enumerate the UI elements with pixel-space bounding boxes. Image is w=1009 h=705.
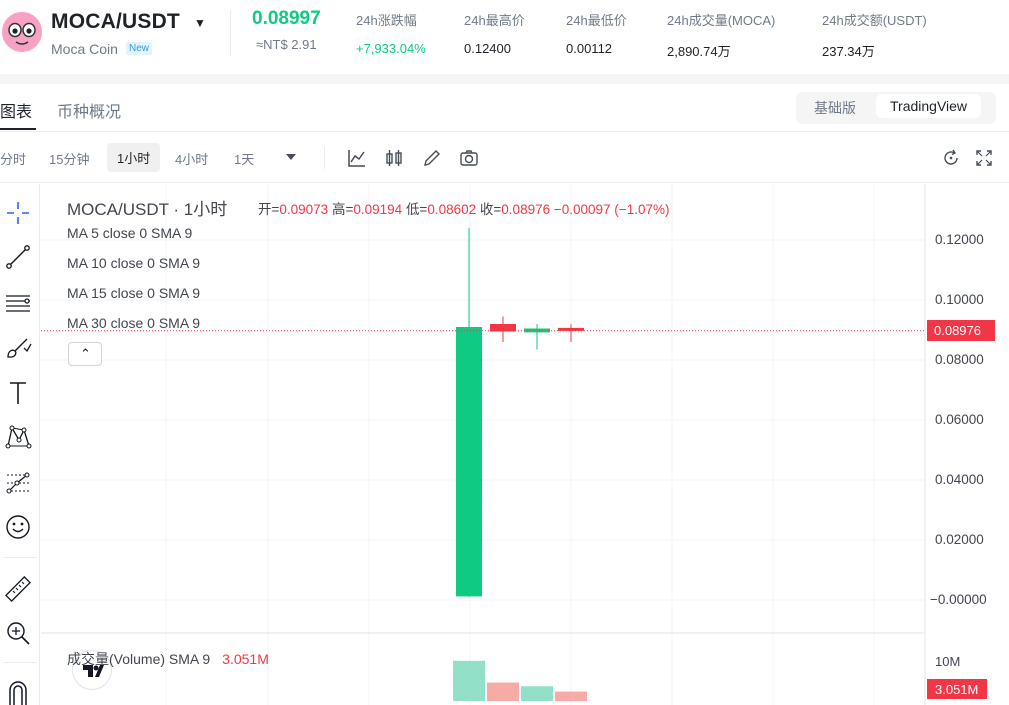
price-axis-label: 0.04000 [935, 472, 984, 487]
price-axis-label: 0.12000 [935, 232, 984, 247]
stat-label: 24h涨跌幅 [356, 13, 417, 28]
chart-legend-title: MOCA/USDT · 1小时 [67, 200, 228, 219]
view-tradingview-button[interactable]: TradingView [876, 94, 982, 118]
zoom-in-icon[interactable] [3, 618, 33, 648]
stat-value: +7,933.04% [356, 41, 426, 56]
volume-bar[interactable] [453, 660, 485, 701]
reset-chart-icon[interactable] [940, 147, 962, 169]
stat-24h-volume: 24h成交量(MOCA) 2,890.74万 [667, 10, 775, 60]
trend-line-icon[interactable] [3, 242, 33, 272]
stat-label: 24h最高价 [464, 13, 525, 28]
ma-30-legend[interactable]: MA 30 close 0 SMA 9 [67, 315, 200, 331]
price-axis-label: 0.08000 [935, 352, 984, 367]
smiley-icon[interactable] [3, 512, 33, 542]
text-tool-icon[interactable] [3, 378, 33, 408]
open-label: 开= [258, 202, 280, 217]
candle-body[interactable] [558, 327, 584, 331]
crosshair-icon[interactable] [3, 198, 33, 228]
interval-4h[interactable]: 4小时 [175, 149, 208, 168]
stat-value: 0.00112 [566, 41, 613, 56]
volume-legend-value: 3.051M [222, 651, 269, 667]
ohlc-readout: 开=0.09073 高=0.09194 低=0.08602 收=0.08976 … [258, 198, 669, 218]
candle-style-icon[interactable] [383, 147, 405, 169]
new-badge: New [126, 42, 153, 55]
volume-axis-label: 10M [935, 654, 961, 669]
current-price-tag: 0.08976 [927, 320, 995, 341]
view-basic-button[interactable]: 基础版 [814, 98, 856, 118]
interval-1d[interactable]: 1天 [234, 149, 254, 168]
more-intervals-icon[interactable] [283, 149, 305, 171]
collapse-legend-button[interactable]: ⌃ [68, 342, 102, 366]
chart-toolbar: 分时 15分钟 1小时 4小时 1天 [0, 133, 1009, 183]
high-label: 高= [331, 202, 354, 217]
stat-24h-turnover: 24h成交额(USDT) 237.34万 [822, 10, 927, 60]
brush-icon[interactable] [3, 334, 33, 364]
stat-value: 0.12400 [464, 41, 511, 56]
fiat-price: ≈NT$ 2.91 [256, 37, 317, 52]
price-axis-label: 0.10000 [935, 292, 984, 307]
current-volume-tag: 3.051M [927, 679, 987, 699]
active-tab-indicator [0, 128, 36, 130]
candle-body[interactable] [456, 327, 482, 597]
chevron-up-icon: ⌃ [80, 346, 91, 361]
pair-title[interactable]: MOCA/USDT [51, 10, 180, 34]
stat-value: 237.34万 [822, 44, 875, 59]
header-divider [230, 10, 231, 56]
moca-coin-logo [2, 12, 42, 52]
last-price: 0.08997 [252, 8, 321, 29]
chart-tabs: 图表 币种概况 基础版 TradingView [0, 84, 1009, 132]
stat-label: 24h最低价 [566, 13, 627, 28]
stat-label: 24h成交额(USDT) [822, 13, 927, 28]
toolbar-divider [324, 147, 325, 169]
price-axis-label: 0.02000 [935, 532, 984, 547]
stat-24h-change: 24h涨跌幅 +7,933.04% [356, 10, 426, 56]
ruler-icon[interactable] [3, 574, 33, 604]
tab-chart[interactable]: 图表 [0, 98, 32, 122]
interval-1h[interactable]: 1小时 [107, 143, 161, 172]
magnet-icon[interactable] [3, 676, 33, 705]
close-label: 收= [479, 202, 502, 217]
ma-5-legend[interactable]: MA 5 close 0 SMA 9 [67, 225, 192, 241]
coin-name: Moca Coin [51, 41, 118, 57]
forecast-icon[interactable] [3, 468, 33, 498]
stat-value: 2,890.74万 [667, 44, 731, 59]
volume-bar[interactable] [521, 686, 553, 701]
close-value: 0.08976 [501, 202, 551, 217]
horizontal-lines-icon[interactable] [3, 288, 33, 318]
low-value: 0.08602 [427, 202, 477, 217]
stat-24h-high: 24h最高价 0.12400 [464, 10, 525, 56]
drawing-toolbar [0, 184, 40, 705]
chevron-down-icon[interactable]: ▼ [194, 16, 206, 30]
volume-legend[interactable]: 成交量(Volume) SMA 9 3.051M [67, 649, 269, 669]
pencil-icon[interactable] [421, 147, 443, 169]
volume-legend-label: 成交量(Volume) SMA 9 [67, 651, 211, 667]
high-value: 0.09194 [353, 202, 403, 217]
toolbar-divider [4, 662, 36, 663]
chart-view-toggle: 基础版 TradingView [796, 92, 996, 124]
pattern-icon[interactable] [3, 422, 33, 452]
fullscreen-icon[interactable] [973, 147, 995, 169]
price-axis-label: −0.00000 [930, 592, 987, 607]
price-chart[interactable]: MOCA/USDT · 1小时 开=0.09073 高=0.09194 低=0.… [41, 184, 1009, 705]
stat-24h-low: 24h最低价 0.00112 [566, 10, 627, 56]
interval-time[interactable]: 分时 [0, 149, 26, 168]
camera-icon[interactable] [458, 147, 480, 169]
tab-coin-overview[interactable]: 币种概况 [57, 98, 121, 122]
section-separator [0, 74, 1009, 84]
indicators-icon[interactable] [346, 147, 368, 169]
low-label: 低= [405, 202, 428, 217]
interval-15m[interactable]: 15分钟 [49, 149, 89, 168]
toolbar-divider [4, 557, 36, 558]
market-header: MOCA/USDT ▼ Moca Coin New 0.08997 ≈NT$ 2… [0, 0, 1009, 74]
ma-15-legend[interactable]: MA 15 close 0 SMA 9 [67, 285, 200, 301]
volume-bar[interactable] [487, 682, 519, 701]
price-axis-label: 0.06000 [935, 412, 984, 427]
stat-label: 24h成交量(MOCA) [667, 13, 776, 28]
ma-10-legend[interactable]: MA 10 close 0 SMA 9 [67, 255, 200, 271]
open-value: 0.09073 [279, 202, 329, 217]
change-value: −0.00097 (−1.07%) [553, 202, 670, 217]
volume-bar[interactable] [555, 691, 587, 701]
